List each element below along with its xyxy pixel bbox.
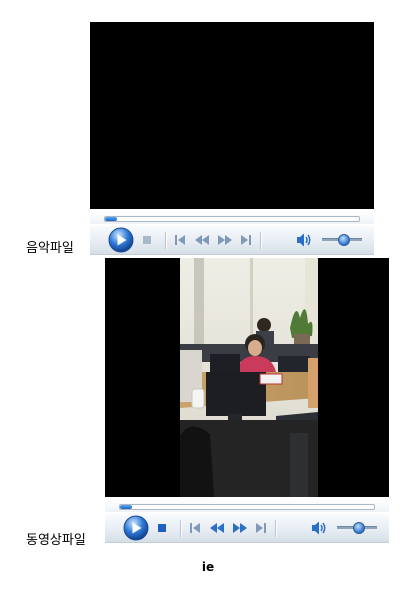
speaker-icon[interactable] bbox=[310, 514, 328, 542]
video-controls bbox=[105, 514, 389, 543]
stop-icon[interactable] bbox=[156, 514, 170, 542]
previous-icon[interactable] bbox=[188, 514, 202, 542]
volume-knob[interactable] bbox=[353, 522, 365, 534]
video-frame bbox=[180, 258, 318, 497]
video-file-label: 동영상파일 bbox=[26, 533, 86, 548]
video-player bbox=[105, 258, 389, 545]
rewind-icon[interactable] bbox=[208, 514, 226, 542]
controls-divider bbox=[260, 232, 261, 249]
controls-divider bbox=[165, 232, 166, 249]
fast-forward-icon[interactable] bbox=[216, 226, 234, 254]
next-icon[interactable] bbox=[239, 226, 253, 254]
music-seek-fill bbox=[105, 217, 117, 221]
page-caption: ie bbox=[201, 560, 215, 574]
video-seek-track[interactable] bbox=[119, 504, 375, 510]
rewind-icon[interactable] bbox=[193, 226, 211, 254]
music-seek-bar[interactable] bbox=[90, 212, 374, 224]
video-seek-fill bbox=[120, 505, 132, 509]
music-controls bbox=[90, 226, 374, 255]
fast-forward-icon[interactable] bbox=[231, 514, 249, 542]
music-player bbox=[90, 22, 374, 255]
stop-icon[interactable] bbox=[141, 226, 155, 254]
previous-icon[interactable] bbox=[173, 226, 187, 254]
music-player-screen bbox=[90, 22, 374, 209]
speaker-icon[interactable] bbox=[295, 226, 313, 254]
next-icon[interactable] bbox=[254, 514, 268, 542]
controls-divider bbox=[275, 520, 276, 537]
volume-knob[interactable] bbox=[338, 234, 350, 246]
video-player-screen bbox=[105, 258, 389, 497]
play-icon[interactable] bbox=[122, 514, 150, 542]
music-file-label: 음악파일 bbox=[26, 241, 74, 256]
controls-divider bbox=[180, 520, 181, 537]
music-seek-track[interactable] bbox=[104, 216, 360, 222]
video-seek-bar[interactable] bbox=[105, 500, 389, 512]
play-icon[interactable] bbox=[107, 226, 135, 254]
